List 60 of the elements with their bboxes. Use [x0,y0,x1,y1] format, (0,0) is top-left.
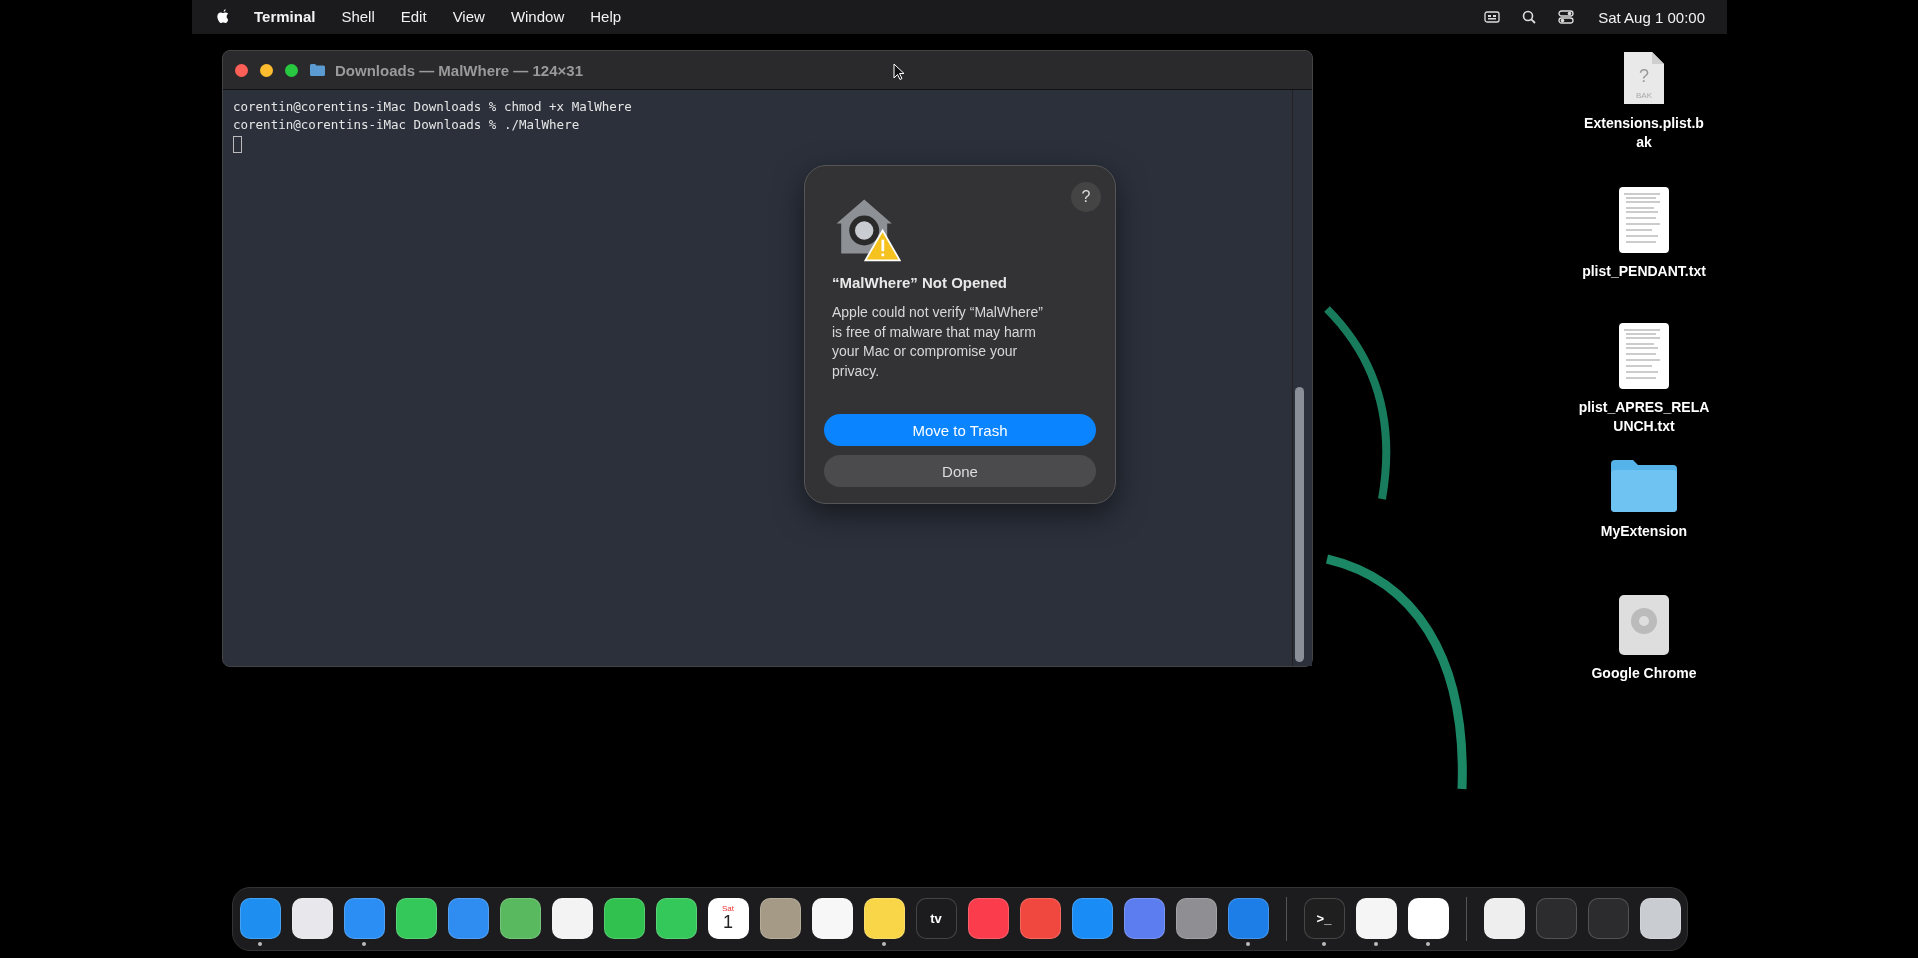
app-icon[interactable] [967,897,1009,939]
app-icon[interactable] [1175,897,1217,939]
done-button[interactable]: Done [824,455,1096,487]
help-button[interactable]: ? [1071,182,1101,212]
menu-item[interactable]: Help [588,6,624,28]
zoom-button[interactable] [285,63,298,77]
app-icon[interactable]: tv [915,897,957,939]
app-icon[interactable] [499,897,541,939]
app-icon[interactable] [655,897,697,939]
file-name[interactable]: MyExtension [1600,522,1688,541]
file-name[interactable]: plist_PENDANT.txt [1582,262,1706,281]
file-name[interactable]: plist_APRES_RELA UNCH.txt [1578,398,1710,436]
search-icon[interactable] [1522,10,1537,24]
folder-icon [310,64,325,76]
file-name[interactable]: Extensions.plist.b ak [1584,114,1704,152]
mouse-pointer-icon [893,63,905,81]
app-icon[interactable] [1618,594,1670,656]
app-icon[interactable] [343,897,385,939]
menu-item[interactable]: View [450,6,487,28]
text-cursor [233,136,242,153]
terminal-line: corentin@corentins-iMac Downloads % chmod +x MalWhere [233,98,633,116]
dialog-message: Apple could not verify “MalWhere” is free of malware that may harm your Mac or compromise your privacy. [832,303,1044,381]
app-icon[interactable] [1407,897,1449,939]
app-icon[interactable] [291,897,333,939]
folder-icon[interactable] [1609,458,1679,514]
app-icon[interactable] [811,897,853,939]
app-icon[interactable] [1355,897,1397,939]
move-to-trash-button[interactable]: Move to Trash [824,414,1096,446]
app-icon[interactable] [447,897,489,939]
app-icon[interactable] [551,897,593,939]
terminal-line: corentin@corentins-iMac Downloads % ./MalWhere [233,116,581,134]
scrollbar-thumb[interactable] [1295,387,1304,662]
text-file-icon[interactable] [1618,186,1670,254]
close-button[interactable] [235,63,248,77]
app-icon[interactable]: Sat 1 [707,897,749,939]
window-title: Downloads — MalWhere — 124×31 [335,61,583,79]
app-icon[interactable]: >_ [1303,897,1345,939]
menu-item[interactable]: Window [508,6,567,28]
apple-logo-icon[interactable] [216,9,230,25]
scrollbar[interactable] [1292,90,1312,666]
app-icon[interactable] [759,897,801,939]
app-icon[interactable] [239,897,281,939]
app-icon[interactable] [1483,897,1525,939]
app-icon[interactable] [395,897,437,939]
keyboard-icon[interactable] [1484,11,1501,23]
dialog-title: “MalWhere” Not Opened [832,274,1008,291]
app-icon[interactable] [1019,897,1061,939]
menu-item[interactable]: Shell [339,6,377,28]
menu-bar-clock[interactable]: Sat Aug 1 00:00 [1598,8,1705,26]
app-icon[interactable] [1071,897,1113,939]
app-icon[interactable] [1123,897,1165,939]
minimize-button[interactable] [260,63,273,77]
file-name[interactable]: Google Chrome [1591,664,1697,683]
app-icon[interactable] [863,897,905,939]
text-file-icon[interactable] [1618,322,1670,390]
app-menu[interactable]: Terminal [252,6,318,28]
control-center-icon[interactable] [1558,10,1575,24]
app-icon[interactable] [1639,897,1681,939]
menu-item[interactable]: Edit [398,6,429,28]
app-icon[interactable] [603,897,645,939]
